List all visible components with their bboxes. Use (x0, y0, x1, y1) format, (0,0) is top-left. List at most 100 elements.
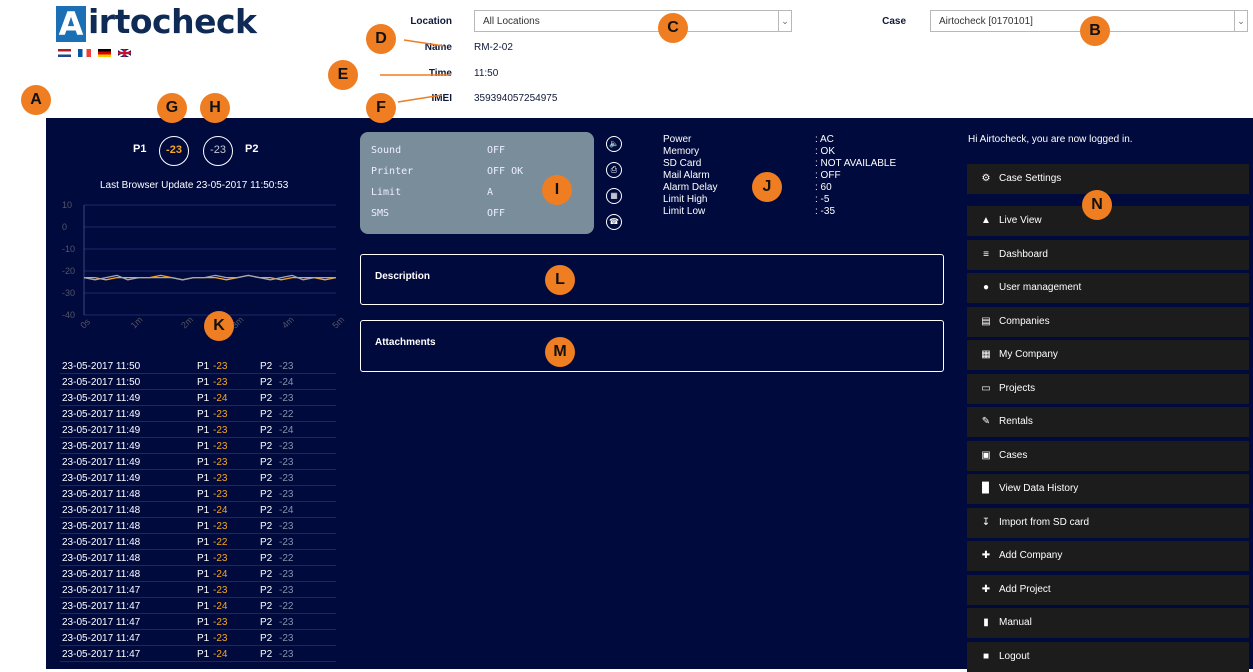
info-value: : OK (815, 146, 836, 157)
log-p2-value: -23 (279, 441, 294, 452)
log-p2-value: -23 (279, 633, 294, 644)
marker-d: D (366, 24, 396, 54)
description-title: Description (375, 271, 431, 282)
log-p2-label: P2 (260, 601, 273, 612)
log-row: 23-05-2017 11:47 P1 -24 P2 -23 (60, 649, 336, 662)
log-p1-label: P1 (197, 441, 210, 452)
location-select[interactable]: All Locations ⌄ (474, 10, 792, 32)
log-p1-label: P1 (197, 553, 210, 564)
log-row: 23-05-2017 11:50 P1 -23 P2 -23 (60, 361, 336, 374)
chevron-down-icon[interactable]: ⌄ (1234, 11, 1247, 31)
log-p2-value: -23 (279, 569, 294, 580)
marker-a: A (21, 85, 51, 115)
log-row: 23-05-2017 11:48 P1 -22 P2 -23 (60, 537, 336, 550)
log-p1-label: P1 (197, 473, 210, 484)
log-time: 23-05-2017 11:47 (62, 649, 141, 660)
log-p2-label: P2 (260, 409, 273, 420)
log-p1-value: -24 (213, 649, 228, 660)
marker-n: N (1082, 190, 1112, 220)
sidebar-item-label: Add Company (999, 550, 1063, 561)
log-row: 23-05-2017 11:47 P1 -23 P2 -23 (60, 585, 336, 598)
marker-f: F (366, 93, 396, 123)
log-p2-label: P2 (260, 393, 273, 404)
area-chart-icon: ▲ (981, 215, 991, 226)
marker-i: I (542, 175, 572, 205)
y-tick-label: -30 (62, 288, 75, 298)
building-icon: ▦ (981, 349, 991, 360)
log-time: 23-05-2017 11:47 (62, 601, 141, 612)
log-p2-value: -23 (279, 489, 294, 500)
sidebar-item-add-project[interactable]: ✚ Add Project (967, 574, 1249, 605)
x-tick-label: 4m (280, 314, 296, 330)
log-row: 23-05-2017 11:48 P1 -24 P2 -24 (60, 505, 336, 518)
download-icon: ↧ (981, 516, 991, 528)
sidebar-item-user-management[interactable]: ● User management (967, 273, 1249, 303)
sidebar-item-cases[interactable]: ▣ Cases (967, 440, 1249, 471)
log-p2-label: P2 (260, 633, 273, 644)
sidebar-item-add-company[interactable]: ✚ Add Company (967, 541, 1249, 571)
probe-2-value: -23 (203, 136, 233, 166)
sidebar-item-projects[interactable]: ▭ Projects (967, 373, 1249, 404)
location-select-value: All Locations (483, 16, 540, 27)
info-key: Alarm Delay (663, 182, 718, 193)
log-p1-label: P1 (197, 361, 210, 372)
log-time: 23-05-2017 11:50 (62, 361, 141, 372)
memory-card-icon[interactable]: ▦ (606, 188, 622, 204)
log-p2-value: -23 (279, 585, 294, 596)
log-p2-label: P2 (260, 585, 273, 596)
log-row: 23-05-2017 11:48 P1 -23 P2 -23 (60, 489, 336, 502)
log-row: 23-05-2017 11:49 P1 -24 P2 -23 (60, 393, 336, 406)
flag-de-icon[interactable] (98, 49, 111, 57)
logo-a-block: A (56, 6, 86, 42)
sidebar-item-import-from-sd-card[interactable]: ↧ Import from SD card (967, 507, 1249, 538)
log-p2-label: P2 (260, 617, 273, 628)
probe-2-label: P2 (245, 143, 259, 155)
phone-icon[interactable]: ☎ (606, 214, 622, 230)
sidebar-item-manual[interactable]: ▮ Manual (967, 608, 1249, 638)
sidebar-item-dashboard[interactable]: ≡ Dashboard (967, 239, 1249, 270)
sidebar-item-rentals[interactable]: ✎ Rentals (967, 407, 1249, 437)
industry-icon: ▤ (981, 315, 991, 327)
log-p2-label: P2 (260, 521, 273, 532)
log-p1-value: -23 (213, 489, 228, 500)
log-p2-label: P2 (260, 425, 273, 436)
sidebar-item-label: Companies (999, 315, 1050, 327)
log-p1-label: P1 (197, 601, 210, 612)
log-p1-label: P1 (197, 633, 210, 644)
description-panel[interactable]: Description (360, 254, 944, 305)
sidebar-item-logout[interactable]: ■ Logout (967, 641, 1249, 672)
sidebar-item-label: View Data History (999, 483, 1079, 494)
marker-g: G (157, 93, 187, 123)
sidebar-item-view-data-history[interactable]: ▉ View Data History (967, 474, 1249, 504)
log-row: 23-05-2017 11:49 P1 -23 P2 -23 (60, 457, 336, 470)
info-key: Power (663, 134, 692, 145)
marker-j: J (752, 172, 782, 202)
info-key: Limit High (663, 194, 708, 205)
info-value: : 60 (815, 182, 832, 193)
log-p2-value: -23 (279, 457, 294, 468)
sidebar-item-label: Cases (999, 449, 1028, 461)
flag-fr-icon[interactable] (78, 49, 91, 57)
sidebar-item-my-company[interactable]: ▦ My Company (967, 340, 1249, 370)
log-p1-value: -23 (213, 425, 228, 436)
log-row: 23-05-2017 11:47 P1 -23 P2 -23 (60, 633, 336, 646)
info-key: Mail Alarm (663, 170, 710, 181)
log-p1-value: -23 (213, 553, 228, 564)
log-p2-value: -23 (279, 649, 294, 660)
marker-c: C (658, 13, 688, 43)
speaker-icon[interactable]: 🔈 (606, 136, 622, 152)
flag-en-icon[interactable] (118, 49, 131, 57)
location-label: Location (410, 16, 452, 27)
log-row: 23-05-2017 11:50 P1 -23 P2 -24 (60, 377, 336, 390)
attachments-panel[interactable]: Attachments (360, 320, 944, 372)
name-value: RM-2-02 (474, 42, 513, 53)
printer-icon[interactable]: ⎙ (606, 162, 622, 178)
case-settings-button[interactable]: ⚙ Case Settings (967, 164, 1249, 194)
status-label: Sound (371, 145, 402, 156)
log-p1-value: -23 (213, 409, 228, 420)
chevron-down-icon[interactable]: ⌄ (778, 11, 791, 31)
lock-icon: ■ (982, 650, 990, 662)
sidebar-item-companies[interactable]: ▤ Companies (967, 306, 1249, 337)
flag-nl-icon[interactable] (58, 49, 71, 57)
x-tick-label: 0s (78, 316, 92, 330)
